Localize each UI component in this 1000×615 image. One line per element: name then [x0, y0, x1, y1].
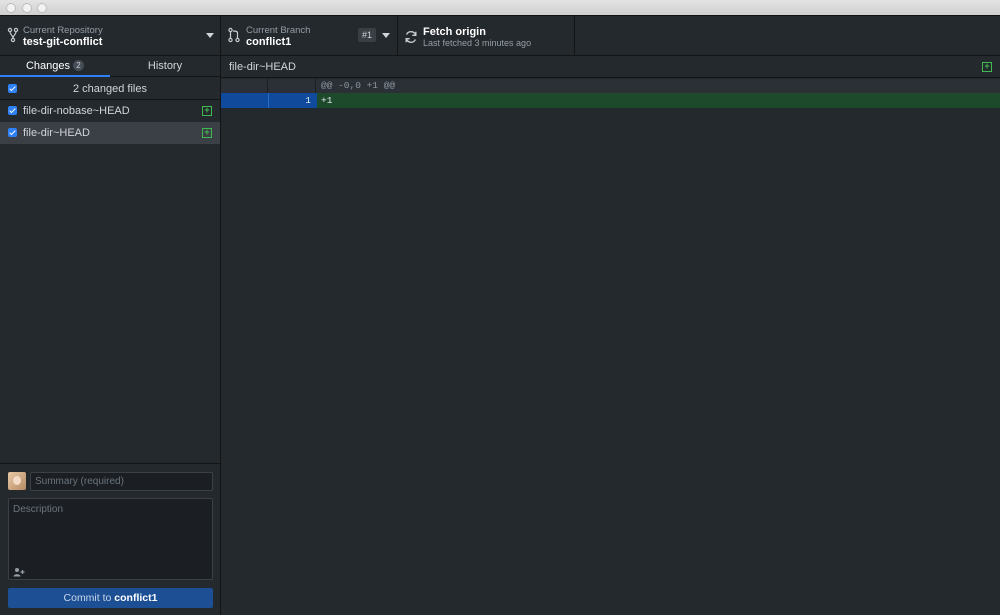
diff-view: file-dir~HEAD + @@ -0,0 +1 @@ 1 +1	[221, 56, 1000, 615]
diff-added-line[interactable]: 1 +1	[221, 93, 1000, 108]
diff-line-gutter[interactable]: 1	[221, 93, 317, 108]
pull-request-badge[interactable]: #1	[358, 28, 377, 42]
chevron-down-icon	[206, 33, 214, 38]
fetch-origin-button[interactable]: Fetch origin Last fetched 3 minutes ago	[398, 16, 575, 56]
file-include-checkbox[interactable]	[8, 106, 17, 115]
tab-history-label: History	[147, 60, 183, 72]
repository-selector[interactable]: Current Repository test-git-conflict	[0, 16, 221, 56]
repository-label: Current Repository	[23, 25, 103, 36]
new-line-number: 1	[305, 95, 311, 106]
branch-name: conflict1	[246, 36, 292, 48]
changes-count-badge: 2	[73, 60, 85, 71]
branch-selector[interactable]: Current Branch conflict1 #1	[221, 16, 398, 56]
branch-icon	[228, 27, 240, 43]
chevron-down-icon	[382, 33, 390, 38]
old-line-gutter	[221, 79, 268, 93]
fetch-origin-title: Fetch origin	[423, 26, 486, 38]
file-include-checkbox[interactable]	[8, 128, 17, 137]
commit-button-branch: conflict1	[114, 592, 158, 604]
commit-button-prefix: Commit to	[63, 592, 112, 604]
commit-description-input[interactable]	[9, 499, 212, 563]
sidebar-tabs: Changes 2 History	[0, 56, 220, 77]
last-fetched-status: Last fetched 3 minutes ago	[423, 38, 532, 48]
new-line-gutter	[268, 79, 316, 93]
commit-message-area: Commit to conflict1	[0, 463, 220, 615]
gutter-divider	[268, 93, 269, 108]
minimize-window-button[interactable]	[22, 3, 32, 13]
diff-line-content: +1	[321, 95, 333, 106]
tab-changes[interactable]: Changes 2	[0, 56, 110, 77]
file-list-item[interactable]: file-dir-nobase~HEAD +	[0, 100, 220, 122]
toolbar: Current Repository test-git-conflict Cur…	[0, 16, 1000, 56]
commit-summary-input[interactable]	[30, 472, 213, 491]
diff-file-title: file-dir~HEAD	[229, 61, 296, 73]
diff-header: file-dir~HEAD +	[221, 56, 1000, 78]
file-added-icon: +	[982, 62, 992, 72]
sidebar: Changes 2 History 2 changed files file-di…	[0, 56, 221, 615]
repo-icon	[7, 27, 19, 43]
tab-history[interactable]: History	[110, 56, 220, 77]
file-name: file-dir-nobase~HEAD	[23, 105, 130, 117]
changed-files-count: 2 changed files	[73, 83, 147, 95]
file-added-icon: +	[202, 106, 212, 116]
zoom-window-button[interactable]	[37, 3, 47, 13]
add-coauthor-icon[interactable]	[13, 567, 25, 577]
close-window-button[interactable]	[6, 3, 16, 13]
window-titlebar	[0, 0, 1000, 16]
branch-label: Current Branch	[246, 25, 311, 36]
hunk-header-text: @@ -0,0 +1 @@	[321, 80, 396, 91]
file-added-icon: +	[202, 128, 212, 138]
avatar	[8, 472, 26, 490]
file-list-item[interactable]: file-dir~HEAD +	[0, 122, 220, 144]
tab-changes-label: Changes	[25, 60, 71, 72]
commit-description-box	[8, 498, 213, 580]
changes-list-header: 2 changed files	[0, 78, 220, 100]
repository-name: test-git-conflict	[23, 36, 103, 48]
commit-button[interactable]: Commit to conflict1	[8, 588, 213, 608]
sync-icon	[405, 31, 417, 43]
file-name: file-dir~HEAD	[23, 127, 90, 139]
hunk-header-row: @@ -0,0 +1 @@	[221, 79, 1000, 93]
